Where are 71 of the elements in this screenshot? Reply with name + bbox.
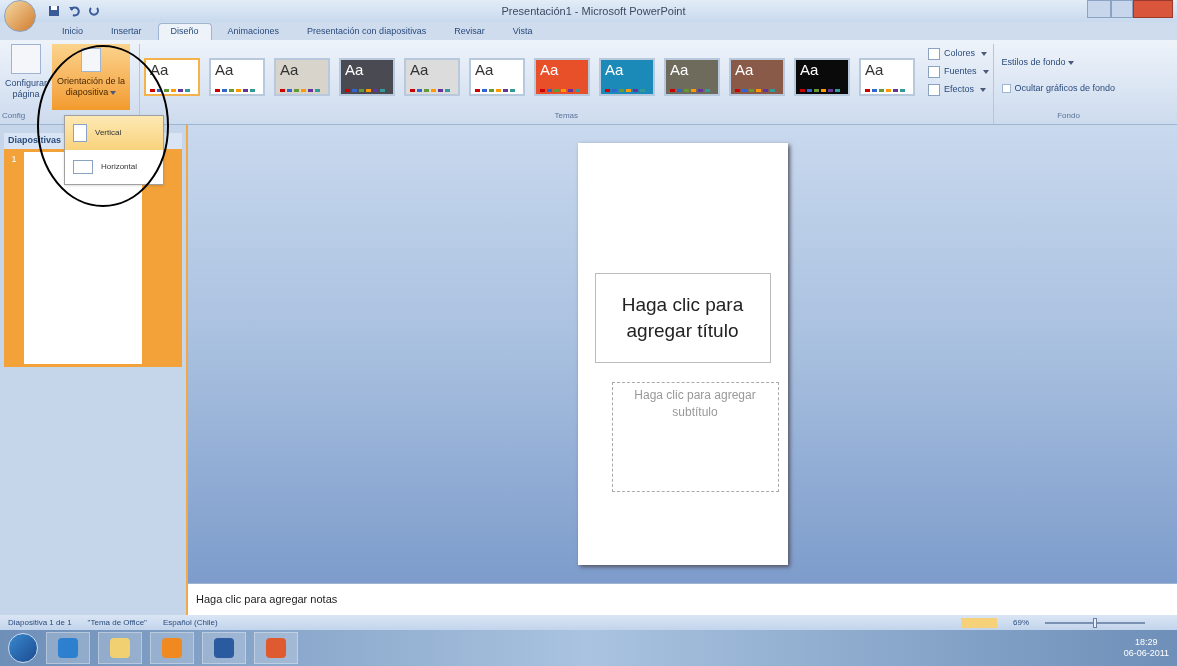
taskbar-app-icon[interactable] (46, 632, 90, 664)
page-icon (11, 44, 41, 74)
ribbon-tab[interactable]: Vista (500, 23, 545, 40)
theme-thumbnail[interactable]: Aa (144, 58, 200, 96)
status-text: "Tema de Office" (87, 616, 147, 629)
office-button[interactable] (4, 0, 36, 32)
clock-date: 06-06-2011 (1123, 648, 1169, 660)
app-icon (162, 638, 182, 658)
theme-option-button[interactable]: Fuentes (928, 64, 989, 80)
ribbon-tab[interactable]: Insertar (99, 23, 154, 40)
theme-thumbnail[interactable]: Aa (209, 58, 265, 96)
theme-option-button[interactable]: Colores (928, 46, 989, 62)
caret-icon (980, 88, 986, 92)
status-text: Diapositiva 1 de 1 (8, 616, 72, 629)
title-placeholder[interactable]: Haga clic para agregar título (594, 273, 771, 363)
app-icon (214, 638, 234, 658)
close-button[interactable] (1133, 0, 1173, 18)
ribbon-tab[interactable]: Diseño (157, 23, 212, 40)
theme-thumbnail[interactable]: Aa (469, 58, 525, 96)
app-icon (58, 638, 78, 658)
theme-thumbnail[interactable]: Aa (534, 58, 590, 96)
notes-field[interactable]: Haga clic para agregar notas (188, 583, 1177, 615)
page-icon (73, 160, 93, 174)
theme-thumbnail[interactable]: Aa (404, 58, 460, 96)
group-label: Config (1, 110, 26, 122)
ribbon-tab[interactable]: Presentación con diapositivas (295, 23, 439, 40)
zoom-level[interactable]: 69% (1013, 616, 1029, 629)
save-icon[interactable] (48, 5, 60, 17)
background-styles-button[interactable]: Estilos de fondo (1001, 56, 1136, 70)
page-icon (73, 124, 87, 142)
theme-thumbnail[interactable]: Aa (729, 58, 785, 96)
checkbox-label: Ocultar gráficos de fondo (1014, 81, 1116, 95)
ribbon-tab[interactable]: Revisar (442, 23, 497, 40)
undo-icon[interactable] (68, 5, 80, 17)
option-icon (928, 48, 940, 60)
redo-icon[interactable] (88, 5, 100, 17)
page-setup-button[interactable]: Configurar página (0, 44, 52, 110)
window-title: Presentación1 - Microsoft PowerPoint (501, 3, 686, 19)
menu-item[interactable]: Horizontal (65, 150, 163, 184)
group-label: Fondo (1056, 110, 1081, 122)
start-button[interactable] (8, 633, 38, 663)
app-icon (266, 638, 286, 658)
taskbar-app-icon[interactable] (202, 632, 246, 664)
checkbox[interactable] (1001, 83, 1011, 93)
theme-thumbnail[interactable]: Aa (859, 58, 915, 96)
portrait-page-icon (81, 48, 101, 72)
zoom-slider-thumb[interactable] (1093, 617, 1097, 628)
caret-icon (110, 90, 117, 95)
theme-thumbnail[interactable]: Aa (339, 58, 395, 96)
menu-item[interactable]: Vertical (65, 116, 163, 150)
app-icon (110, 638, 130, 658)
caret-icon (1067, 60, 1074, 65)
theme-thumbnail[interactable]: Aa (274, 58, 330, 96)
theme-option-button[interactable]: Efectos (928, 82, 989, 98)
ribbon-tab[interactable]: Animaciones (215, 23, 292, 40)
slide-orientation-button[interactable]: Orientación de la diapositiva (52, 44, 130, 110)
theme-thumbnail[interactable]: Aa (599, 58, 655, 96)
maximize-button[interactable] (1111, 0, 1133, 18)
caret-icon (982, 70, 989, 74)
clock-time: 18:29 (1135, 636, 1158, 648)
group-label: Temas (553, 110, 580, 122)
theme-thumbnail[interactable]: Aa (664, 58, 720, 96)
taskbar-app-icon[interactable] (254, 632, 298, 664)
theme-thumbnail[interactable]: Aa (794, 58, 850, 96)
status-text: Español (Chile) (162, 616, 218, 629)
option-icon (928, 66, 940, 78)
option-icon (928, 84, 940, 96)
slide-number: 1 (10, 153, 18, 166)
minimize-button[interactable] (1087, 0, 1111, 18)
caret-icon (981, 52, 987, 56)
ribbon-tab[interactable]: Inicio (50, 23, 95, 40)
